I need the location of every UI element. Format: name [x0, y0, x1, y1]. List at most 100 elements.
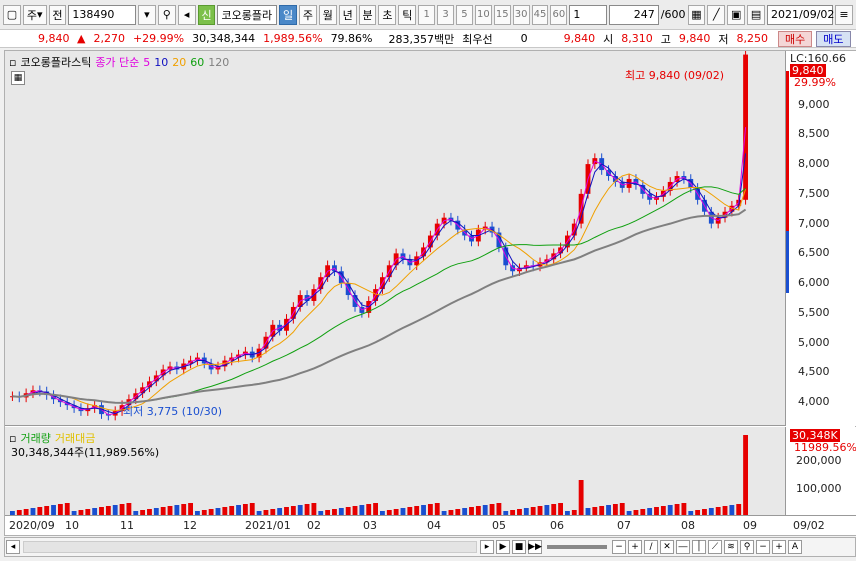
- tab-day[interactable]: 일: [279, 4, 297, 25]
- volume-pct: 1,989.56%: [263, 32, 323, 45]
- quote-bar: 9,840 ▲ 2,270 +29.99% 30,348,344 1,989.5…: [0, 30, 856, 48]
- tab-minute[interactable]: 분: [358, 4, 377, 25]
- tab-second[interactable]: 초: [378, 4, 397, 25]
- dropdown-icon[interactable]: ▾: [137, 4, 156, 25]
- interval-5[interactable]: 5: [455, 4, 473, 25]
- interval-60[interactable]: 60: [550, 4, 568, 25]
- interval-3[interactable]: 3: [437, 4, 454, 25]
- volume-bar: [544, 505, 550, 515]
- fast-forward-icon[interactable]: ▶▶: [528, 540, 542, 554]
- volume-bar: [249, 503, 255, 515]
- vol-tick-100k: 100,000: [796, 482, 842, 495]
- scroll-left-icon[interactable]: ◂: [6, 540, 20, 554]
- volume-bar: [112, 505, 118, 515]
- volume-bar: [489, 504, 495, 515]
- window-icon[interactable]: ▢: [3, 4, 21, 25]
- menu-icon[interactable]: ≡: [835, 4, 853, 25]
- hline-icon[interactable]: ―: [676, 540, 690, 554]
- stock-title: 코오롱플라스틱: [20, 56, 92, 69]
- date-input[interactable]: 2021/09/02: [767, 4, 834, 25]
- interval-15[interactable]: 15: [493, 4, 511, 25]
- buy-button[interactable]: 매수: [778, 30, 813, 47]
- price-y-axis: LC:160.66 9,840 29.99% 9,000 8,500 8,000 7,…: [785, 51, 856, 426]
- volume-bar: [215, 508, 221, 515]
- interval-30[interactable]: 30: [512, 4, 530, 25]
- low-annotation: 최저 3,775 (10/30): [123, 405, 223, 418]
- open-label: 시: [603, 32, 614, 46]
- y-tick: 4,000: [798, 395, 830, 409]
- stop-icon[interactable]: ■: [512, 540, 526, 554]
- volume-bar: [434, 503, 440, 515]
- search-icon[interactable]: ⚲: [157, 4, 176, 25]
- volume-bar: [462, 508, 468, 515]
- code-input[interactable]: 138490: [68, 4, 136, 25]
- zoom-slider[interactable]: [547, 545, 607, 549]
- plus-icon[interactable]: +: [772, 540, 786, 554]
- zoom-out-icon[interactable]: −: [612, 540, 626, 554]
- scroll-track[interactable]: [23, 541, 477, 553]
- volume-bar: [188, 503, 193, 515]
- count-input[interactable]: 247: [609, 4, 659, 25]
- ma-line-5: [12, 127, 747, 416]
- y-tick: 6,000: [798, 276, 830, 290]
- volume-bar: [558, 503, 563, 515]
- search-icon[interactable]: ⚲: [740, 540, 754, 554]
- volume-bar: [297, 505, 303, 515]
- tab-year[interactable]: 년: [338, 4, 357, 25]
- interval-1[interactable]: 1: [418, 4, 436, 25]
- chart-area[interactable]: ▫ 코오롱플라스틱 종가 단순 5 10 20 60 120 ▦ 최고 9,84…: [4, 49, 856, 536]
- play-icon[interactable]: ▶: [496, 540, 510, 554]
- cross-icon[interactable]: ✕: [660, 540, 674, 554]
- tab-month[interactable]: 월: [318, 4, 337, 25]
- volume-bar: [57, 504, 63, 515]
- vline-icon[interactable]: │: [692, 540, 706, 554]
- line-icon[interactable]: ∕: [644, 540, 658, 554]
- speaker-icon[interactable]: ◂: [177, 4, 196, 25]
- range-bar-blue: [786, 231, 789, 293]
- market-button[interactable]: 전: [48, 4, 67, 25]
- interval-10[interactable]: 10: [474, 4, 492, 25]
- volume-bar: [64, 503, 70, 515]
- volume-bar: [667, 505, 673, 515]
- pref-value: 0: [520, 32, 528, 45]
- trend-icon[interactable]: ⟋: [708, 540, 722, 554]
- minus-icon[interactable]: −: [756, 540, 770, 554]
- last-value: 9,840: [563, 32, 596, 45]
- grid-icon[interactable]: ▦: [687, 4, 706, 25]
- volume-pane[interactable]: ▫ 거래량 거래대금 30,348,344주(11,989.56%): [5, 427, 785, 515]
- chart-scrollbar[interactable]: ◂ ▸ ▶ ■ ▶▶ − + ∕ ✕ ― │ ⟋ ≋ ⚲ − + A: [4, 537, 856, 557]
- volume-bar: [30, 508, 36, 515]
- y-tick: 4,500: [798, 365, 830, 379]
- save-icon[interactable]: ▣: [727, 4, 746, 25]
- fib-icon[interactable]: ≋: [724, 540, 738, 554]
- price-pane-title: ▫ 코오롱플라스틱 종가 단순 5 10 20 60 120: [9, 54, 229, 70]
- ma-20: 20: [172, 55, 187, 69]
- volume-bar: [736, 504, 742, 515]
- y-tick: 5,000: [798, 335, 830, 349]
- change-value: 2,270: [93, 32, 125, 45]
- volume-bar: [407, 507, 413, 515]
- volume-bar: [606, 505, 611, 515]
- tab-week[interactable]: 주: [298, 4, 317, 25]
- high-annotation: 최고 9,840 (09/02): [625, 69, 725, 82]
- volume-bar: [537, 506, 543, 515]
- sell-button[interactable]: 매도: [816, 30, 851, 47]
- price-pane[interactable]: ▫ 코오롱플라스틱 종가 단순 5 10 20 60 120 ▦ 최고 9,84…: [5, 49, 785, 426]
- ma-120: 120: [208, 55, 230, 69]
- interval-45[interactable]: 45: [531, 4, 549, 25]
- volume-bar: [37, 507, 43, 515]
- calendar-icon[interactable]: ▤: [747, 4, 765, 25]
- y-tick: 8,000: [798, 157, 830, 171]
- volume-bar: [400, 508, 406, 515]
- chart-icon[interactable]: ╱: [707, 4, 726, 25]
- volume-bar: [523, 508, 529, 515]
- zoom-in-icon[interactable]: +: [628, 540, 642, 554]
- text-icon[interactable]: A: [788, 540, 802, 554]
- scroll-right-icon[interactable]: ▸: [480, 540, 494, 554]
- type-select[interactable]: 주 ▾: [22, 4, 47, 25]
- interval-input[interactable]: 1: [569, 4, 608, 25]
- grid-toggle-icon[interactable]: ▦: [11, 71, 25, 85]
- volume-bar: [743, 435, 748, 515]
- tab-tick[interactable]: 틱: [398, 4, 417, 25]
- volume-chart-svg: [10, 435, 748, 515]
